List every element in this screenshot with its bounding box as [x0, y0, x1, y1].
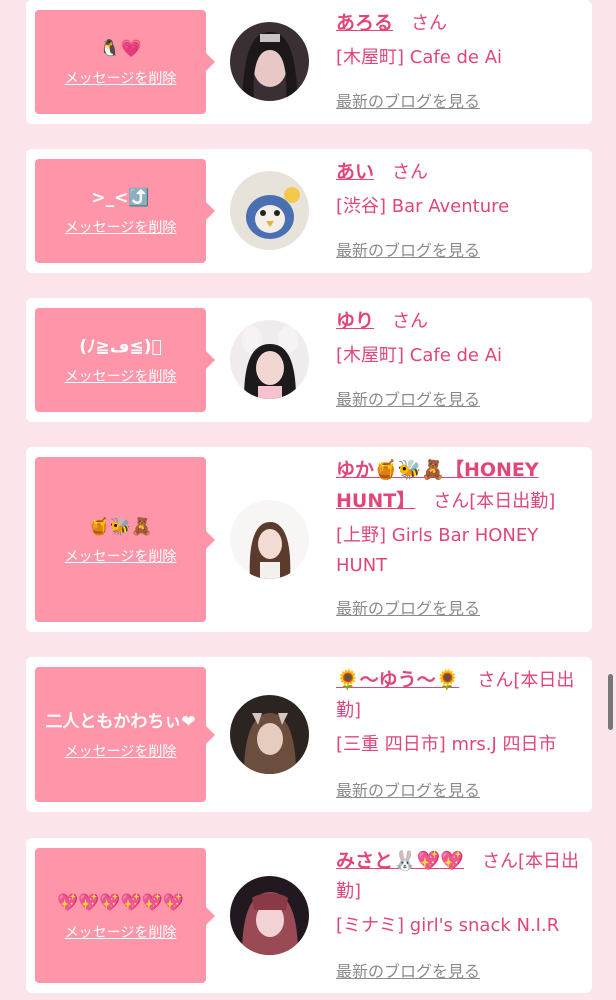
- shop-name: [木屋町] Cafe de Ai: [336, 345, 503, 366]
- favorite-card: (ﾉ≧ڡ≦)ﾞ メッセージを削除 ゆり さん [木屋町] Cafe de Ai 最…: [26, 298, 592, 422]
- avatar[interactable]: [230, 22, 309, 101]
- cast-info: ゆか🍯🐝🧸【HONEY HUNT】 さん[本日出勤] [上野] Girls Bar…: [336, 455, 586, 581]
- favorite-card: 二人ともかわちぃ❤ メッセージを削除 🌻〜ゆう〜🌻 さん[本日出勤] [三重 四日…: [26, 657, 592, 812]
- message-text: 二人ともかわちぃ❤: [45, 711, 196, 732]
- latest-blog-link[interactable]: 最新のブログを見る: [336, 595, 480, 619]
- message-bubble: >_<⤴️ メッセージを削除: [35, 159, 215, 263]
- latest-blog-link[interactable]: 最新のブログを見る: [336, 237, 480, 261]
- message-text: >_<⤴️: [91, 188, 150, 208]
- avatar[interactable]: [230, 695, 309, 774]
- cast-name-link[interactable]: あろる: [336, 12, 393, 34]
- shop-name: [ミナミ] girl's snack N.I.R: [336, 915, 560, 936]
- cast-info: あい さん [渋谷] Bar Aventure: [336, 157, 586, 222]
- avatar[interactable]: [230, 171, 309, 250]
- cast-info: あろる さん [木屋町] Cafe de Ai: [336, 8, 586, 73]
- cast-info: 🌻〜ゆう〜🌻 さん[本日出勤] [三重 四日市] mrs.J 四日市: [336, 665, 586, 760]
- message-bubble: 二人ともかわちぃ❤ メッセージを削除: [35, 667, 215, 802]
- honorific: さん: [392, 162, 429, 183]
- cast-info: ゆり さん [木屋町] Cafe de Ai: [336, 306, 586, 371]
- favorite-card: 🐧💗 メッセージを削除 あろる さん [木屋町] Cafe de Ai 最新のブロ…: [26, 0, 592, 124]
- latest-blog-link[interactable]: 最新のブログを見る: [336, 958, 480, 982]
- delete-message-link[interactable]: メッセージを削除: [65, 366, 177, 386]
- shop-name: [渋谷] Bar Aventure: [336, 196, 510, 217]
- favorite-card: 🍯🐝🧸 メッセージを削除 ゆか🍯🐝🧸【HONEY HUNT】 さん[本日出勤] […: [26, 447, 592, 632]
- message-text: (ﾉ≧ڡ≦)ﾞ: [79, 337, 162, 357]
- scrollbar[interactable]: [608, 674, 613, 730]
- cast-name-link[interactable]: ゆり: [336, 310, 374, 332]
- shop-name: [木屋町] Cafe de Ai: [336, 47, 503, 68]
- avatar[interactable]: [230, 876, 309, 955]
- message-bubble: 💖💖💖💖💖💖 メッセージを削除: [35, 848, 215, 983]
- latest-blog-link[interactable]: 最新のブログを見る: [336, 386, 480, 410]
- honorific: さん: [392, 311, 429, 332]
- shop-name: [上野] Girls Bar HONEY HUNT: [336, 525, 539, 576]
- honorific: さん[本日出勤]: [433, 491, 556, 512]
- latest-blog-link[interactable]: 最新のブログを見る: [336, 777, 480, 801]
- message-bubble: 🐧💗 メッセージを削除: [35, 10, 215, 114]
- favorite-card: 💖💖💖💖💖💖 メッセージを削除 みさと🐰💖💖 さん[本日出勤] [ミナミ] gir…: [26, 838, 592, 993]
- delete-message-link[interactable]: メッセージを削除: [65, 546, 177, 566]
- avatar[interactable]: [230, 500, 309, 579]
- honorific: さん: [411, 13, 448, 34]
- cast-info: みさと🐰💖💖 さん[本日出勤] [ミナミ] girl's snack N.I.R: [336, 846, 586, 941]
- message-text: 🐧💗: [99, 39, 142, 59]
- message-bubble: 🍯🐝🧸 メッセージを削除: [35, 457, 215, 622]
- favorite-card: >_<⤴️ メッセージを削除 あい さん [渋谷] Bar Aventure 最新…: [26, 149, 592, 273]
- message-bubble: (ﾉ≧ڡ≦)ﾞ メッセージを削除: [35, 308, 215, 412]
- avatar[interactable]: [230, 320, 309, 399]
- shop-name: [三重 四日市] mrs.J 四日市: [336, 734, 557, 755]
- delete-message-link[interactable]: メッセージを削除: [65, 217, 177, 237]
- message-text: 💖💖💖💖💖💖: [56, 892, 184, 913]
- delete-message-link[interactable]: メッセージを削除: [65, 68, 177, 88]
- cast-name-link[interactable]: あい: [336, 161, 374, 183]
- delete-message-link[interactable]: メッセージを削除: [65, 741, 177, 761]
- message-text: 🍯🐝🧸: [88, 516, 153, 537]
- cast-name-link[interactable]: みさと🐰💖💖: [336, 850, 464, 872]
- delete-message-link[interactable]: メッセージを削除: [65, 922, 177, 942]
- latest-blog-link[interactable]: 最新のブログを見る: [336, 88, 480, 112]
- cast-name-link[interactable]: 🌻〜ゆう〜🌻: [336, 669, 459, 691]
